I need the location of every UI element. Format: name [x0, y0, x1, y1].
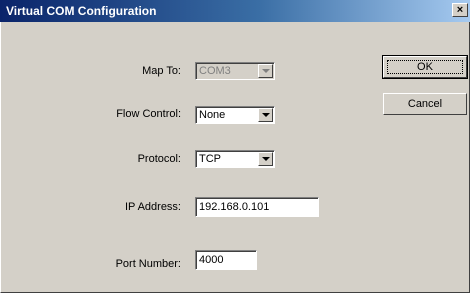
chevron-down-icon — [262, 113, 270, 117]
focus-rect — [387, 60, 463, 74]
flow-control-dropdown-button[interactable] — [258, 108, 273, 122]
map-to-select[interactable]: COM3 — [195, 62, 275, 80]
flow-control-select[interactable]: None — [195, 106, 275, 124]
map-to-value: COM3 — [199, 65, 231, 77]
port-number-value: 4000 — [199, 254, 224, 266]
port-number-field[interactable]: 4000 — [195, 250, 257, 270]
cancel-button-label: Cancel — [407, 98, 443, 110]
protocol-dropdown-button[interactable] — [258, 152, 273, 166]
close-icon: × — [456, 4, 464, 16]
protocol-select[interactable]: TCP — [195, 150, 275, 168]
window-title: Virtual COM Configuration — [6, 4, 157, 18]
ip-address-label: IP Address: — [124, 201, 181, 213]
ok-button[interactable]: OK — [382, 55, 468, 79]
protocol-value: TCP — [199, 153, 221, 165]
dialog-body: Map To: COM3 Flow Control: None Protocol… — [0, 22, 470, 293]
flow-control-value: None — [199, 109, 226, 121]
title-bar[interactable]: Virtual COM Configuration × — [0, 0, 470, 22]
chevron-down-icon — [262, 157, 270, 161]
map-to-dropdown-button[interactable] — [258, 64, 273, 78]
flow-control-label: Flow Control: — [116, 108, 181, 120]
ip-address-field[interactable]: 192.168.0.101 — [195, 197, 319, 217]
map-to-label: Map To: — [142, 65, 181, 77]
cancel-button[interactable]: Cancel — [383, 93, 467, 115]
close-button[interactable]: × — [452, 3, 468, 17]
port-number-label: Port Number: — [115, 258, 181, 270]
protocol-label: Protocol: — [137, 153, 181, 165]
ip-address-value: 192.168.0.101 — [199, 201, 270, 213]
chevron-down-icon — [262, 69, 270, 73]
